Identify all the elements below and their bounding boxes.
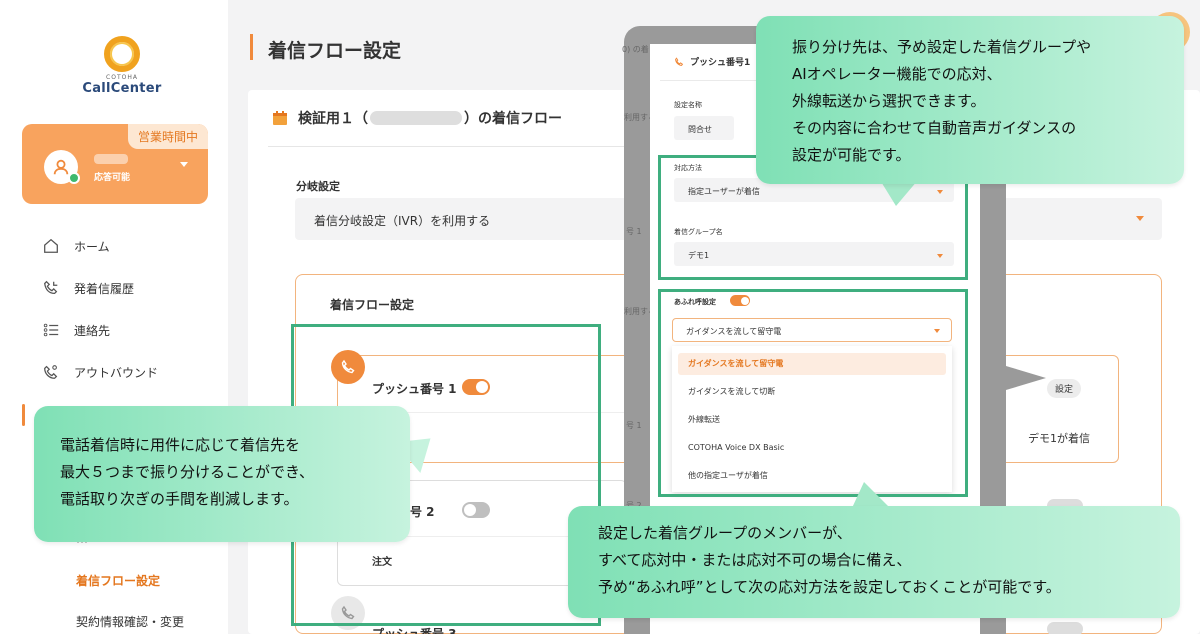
- nav-contract[interactable]: 契約情報確認・変更: [76, 613, 184, 630]
- callout-line: 設定が可能です。: [792, 146, 911, 164]
- callout-line: 外線転送から選択できます。: [792, 92, 986, 110]
- business-hours-badge: 営業時間中: [127, 124, 208, 149]
- panel-heading-suffix: ）の着信フロー: [464, 111, 562, 127]
- background-fragment: 号 1: [626, 421, 642, 430]
- callout-line: 予め“あふれ呼”として次の応対方法を設定しておくことが可能です。: [598, 578, 1061, 596]
- callout-line: 最大５つまで振り分けることができ、: [60, 463, 314, 481]
- flow-settings-label: 着信フロー設定: [330, 298, 415, 312]
- callout-line: 振り分け先は、予め設定した着信グループや: [792, 38, 1092, 56]
- logo-brand: COTOHA: [106, 74, 138, 81]
- page-title: 着信フロー設定: [268, 40, 402, 62]
- push-3-name: プッシュ番号 3: [372, 627, 457, 634]
- phone-icon: [675, 56, 684, 66]
- nav-contacts-label: 連絡先: [74, 323, 111, 338]
- panel-heading-prefix: 検証用１（: [298, 111, 368, 127]
- logo-ring-icon: [104, 36, 140, 72]
- logo-product: CallCenter: [82, 81, 162, 96]
- nav-incoming-flow[interactable]: 着信フロー設定: [76, 572, 160, 589]
- list-icon: [43, 323, 59, 337]
- nav-history-label: 発着信履歴: [74, 281, 135, 296]
- callout-line: 設定した着信グループのメンバーが、: [598, 524, 852, 542]
- title-accent-bar: [250, 34, 253, 60]
- callout-overflow: 設定した着信グループのメンバーが、 すべて応対中・または応対不可の場合に備え、 …: [568, 506, 1180, 618]
- setting-name-value: 問合せ: [688, 125, 712, 134]
- user-name-blurred: [94, 154, 128, 164]
- background-fragment: 0) の着: [622, 45, 649, 54]
- status-card[interactable]: 営業時間中 応答可能: [22, 124, 208, 204]
- callout-line: すべて応対中・または応対不可の場合に備え、: [598, 551, 912, 569]
- branch-label: 分岐設定: [296, 180, 340, 193]
- nav-home[interactable]: ホーム: [42, 236, 110, 256]
- callout-push-routing: 電話着信時に用件に応じて着信先を 最大５つまで振り分けることができ、 電話取り次…: [34, 406, 410, 542]
- nav-contacts[interactable]: 連絡先: [42, 320, 110, 340]
- calendar-icon: [273, 111, 287, 125]
- phone-history-icon: [44, 280, 58, 295]
- setting-name-label: 設定名称: [674, 101, 702, 109]
- push-1-settings-button[interactable]: 設定: [1047, 379, 1082, 398]
- user-availability: 応答可能: [94, 173, 131, 183]
- online-check-icon: [68, 172, 80, 184]
- app-logo: COTOHA CallCenter: [82, 36, 162, 96]
- nav-home-label: ホーム: [74, 239, 110, 254]
- nav-history[interactable]: 発着信履歴: [42, 278, 134, 298]
- dialog-title: プッシュ番号1: [674, 55, 750, 68]
- nav-outbound-label: アウトバウンド: [74, 365, 159, 380]
- callout-line: その内容に合わせて自動音声ガイダンスの: [792, 119, 1077, 137]
- chevron-down-icon[interactable]: [180, 162, 188, 167]
- chevron-down-icon[interactable]: [1136, 216, 1144, 221]
- callout-routing: 振り分け先は、予め設定した着信グループや AIオペレーター機能での応対、 外線転…: [756, 16, 1184, 184]
- nav-outbound[interactable]: アウトバウンド: [42, 362, 158, 382]
- push-1-target: デモ1が着信: [1028, 432, 1090, 445]
- callout-tail: [852, 482, 890, 508]
- callout-line: 電話取り次ぎの手間を削減します。: [60, 490, 299, 508]
- nav-active-marker: [22, 404, 25, 426]
- dialog-pointer: [1006, 366, 1046, 390]
- push-3-settings-button[interactable]: [1047, 622, 1083, 634]
- highlight-overflow: [658, 289, 968, 497]
- outbound-icon: [44, 365, 58, 379]
- callout-line: AIオペレーター機能での応対、: [792, 65, 1002, 83]
- tenant-name-blurred: [370, 111, 462, 125]
- home-icon: [44, 238, 58, 253]
- branch-select-value: 着信分岐設定（IVR）を利用する: [314, 214, 491, 228]
- callout-line: 電話着信時に用件に応じて着信先を: [60, 436, 301, 454]
- dialog-title-text: プッシュ番号1: [690, 58, 751, 68]
- background-fragment: 号 1: [626, 227, 642, 236]
- panel-heading: 検証用１（ ）の着信フロー: [272, 108, 562, 128]
